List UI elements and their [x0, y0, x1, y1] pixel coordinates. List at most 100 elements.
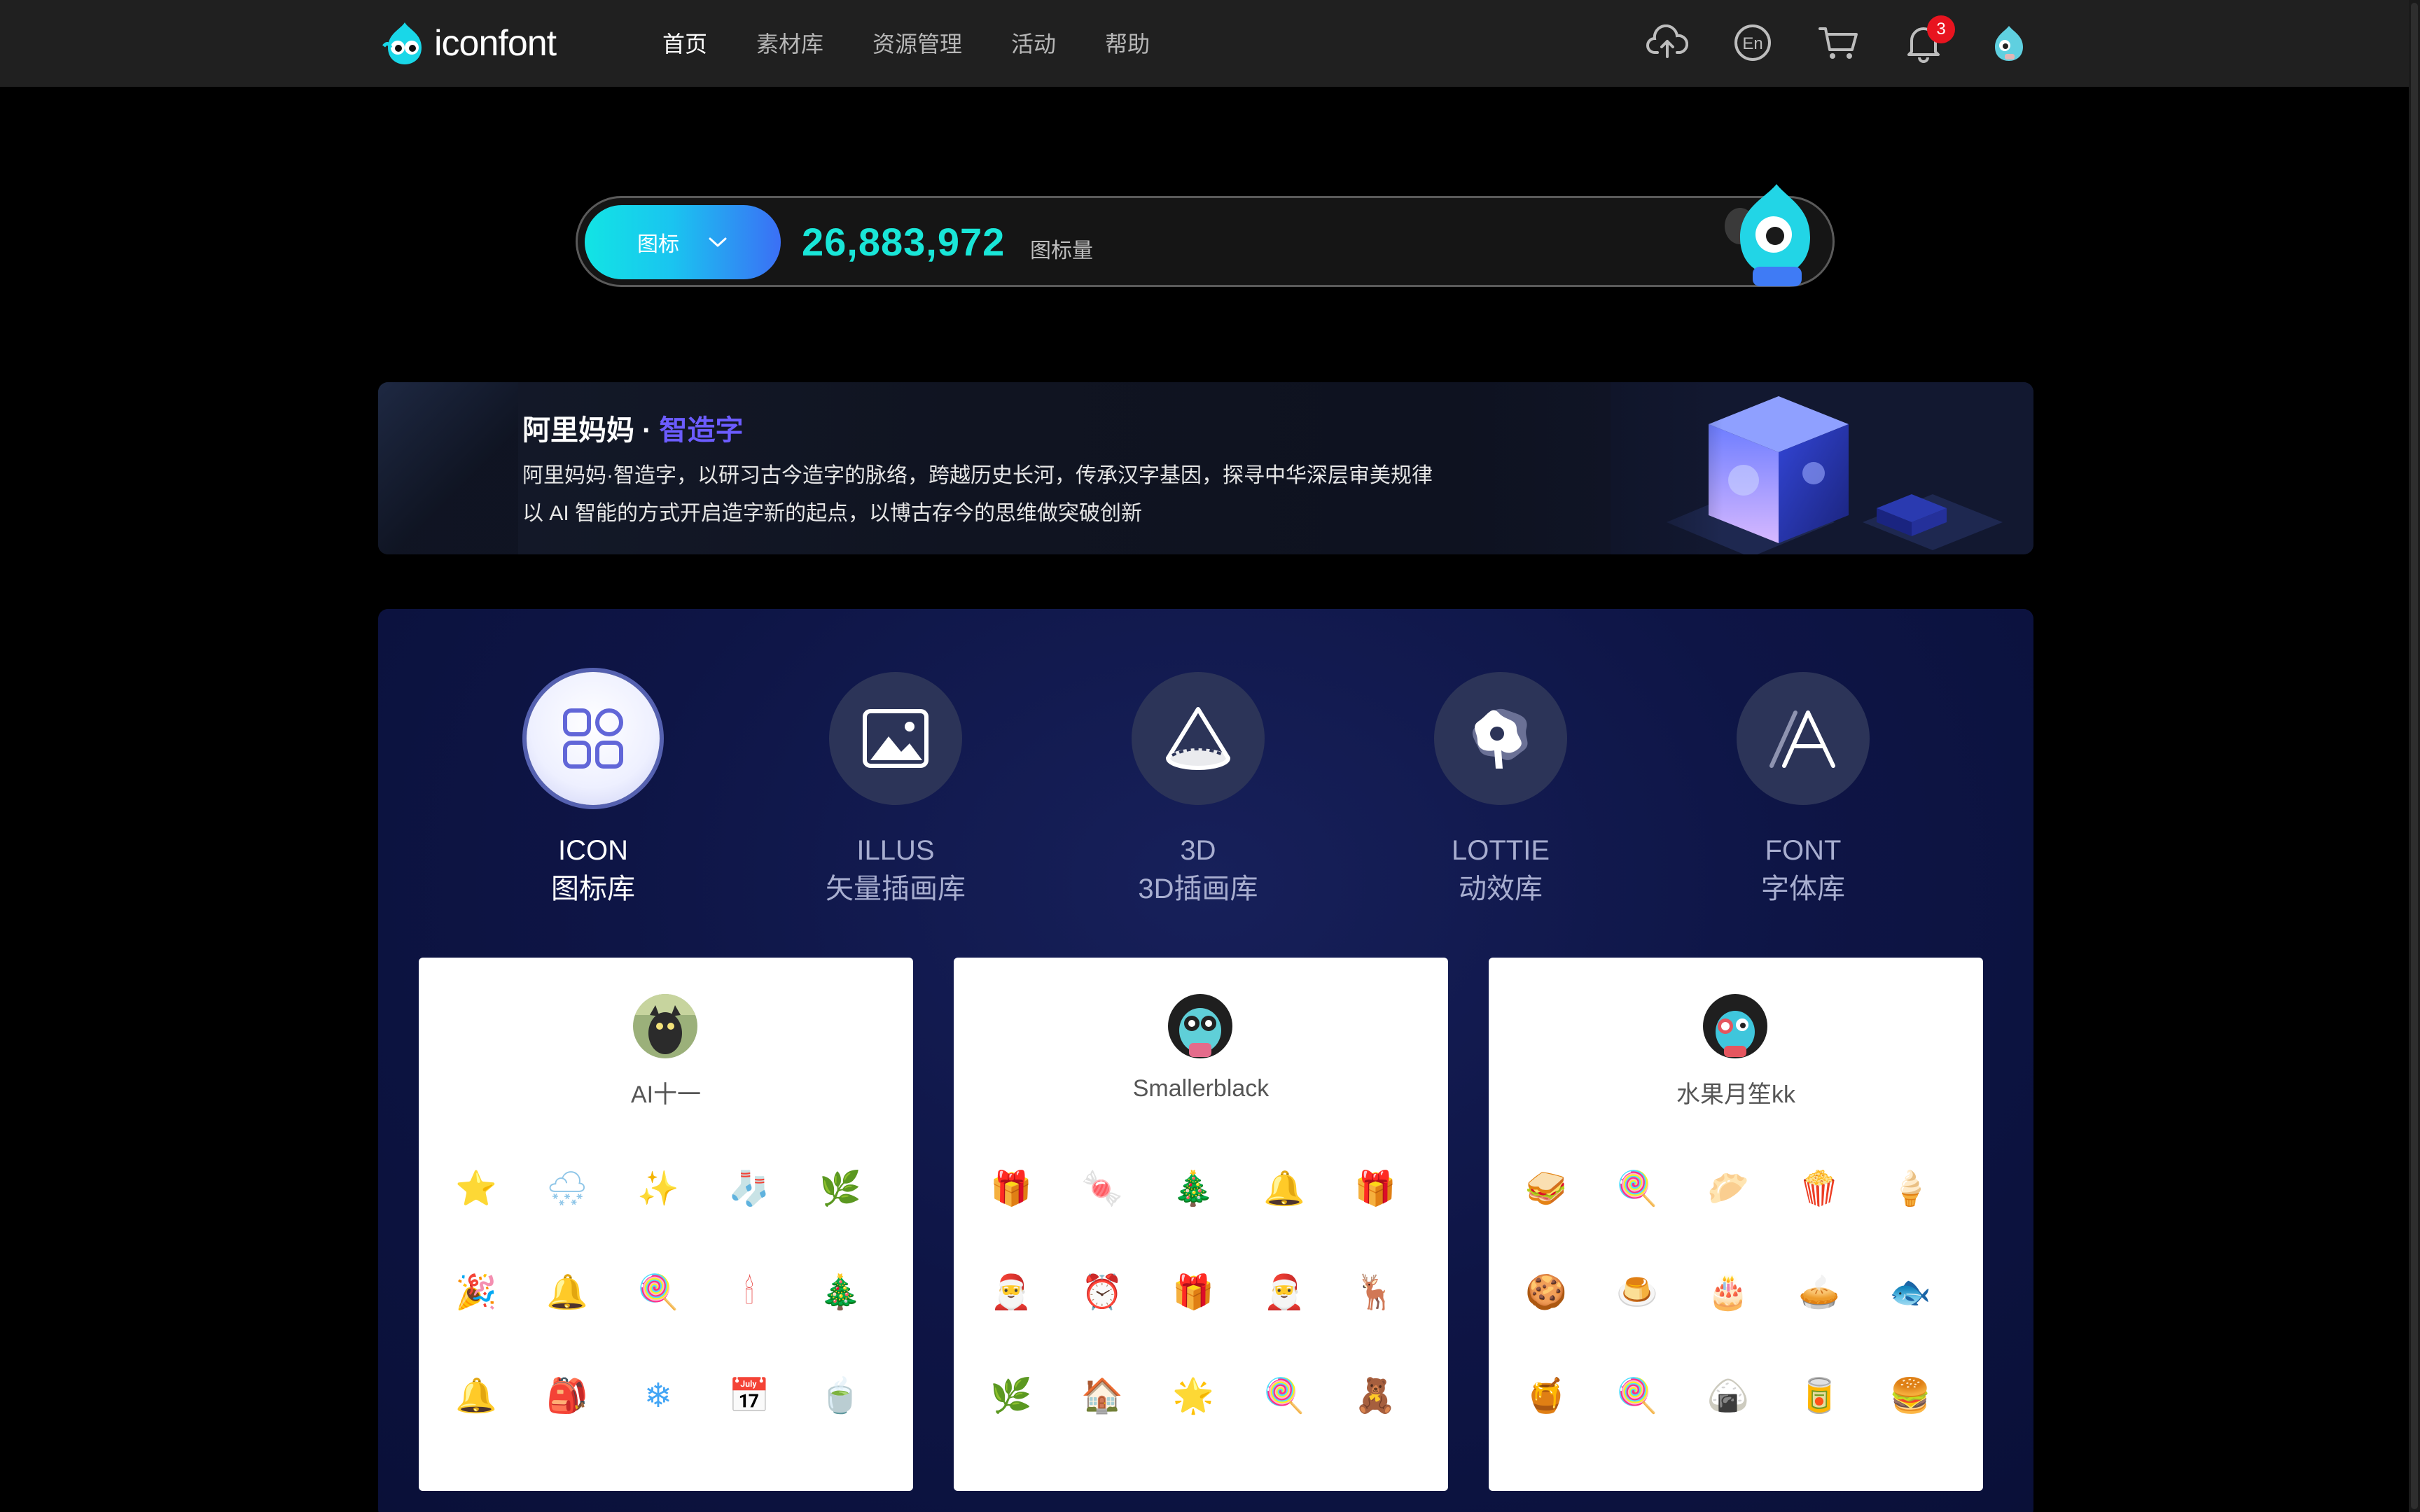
category-en-label: FONT — [1765, 835, 1842, 866]
ornament-icon[interactable]: 🔔 — [455, 1375, 497, 1417]
snow-cloud-icon[interactable]: 🌨 — [546, 1168, 589, 1210]
notification-badge: 3 — [1927, 15, 1955, 43]
author-avatar[interactable] — [1168, 994, 1232, 1058]
candy-cane-icon[interactable]: 🍭 — [1263, 1375, 1305, 1417]
wreath-icon[interactable]: 🌟 — [1172, 1375, 1214, 1417]
stocking-icon[interactable]: 🧦 — [728, 1168, 770, 1210]
banner-decoration-left — [378, 382, 518, 554]
icon-preview-grid: ⭐ 🌨 ✨ 🧦 🌿 🎉 🔔 🍭 🕯 🎄 🔔 🎒 ❄ 📅 🍵 — [455, 1168, 917, 1478]
cookie-icon[interactable]: 🍪 — [1525, 1271, 1567, 1313]
author-name[interactable]: AI十一 — [419, 1075, 913, 1110]
page: iconfont 首页 素材库 资源管理 活动 帮助 En 3 图标 26,88… — [0, 0, 2409, 1512]
category-en-label: LOTTIE — [1451, 835, 1550, 866]
gingerbread-man-icon[interactable]: 🧸 — [1354, 1375, 1396, 1417]
category-3d-library[interactable]: 3D 3D插画库 — [1093, 672, 1303, 909]
party-popper-icon[interactable]: 🎉 — [455, 1271, 497, 1313]
icon-total-count: 26,883,972 — [802, 220, 1006, 264]
banner-description-line-2: 以 AI 智能的方式开启造字新的起点，以博古存今的思维做突破创新 — [522, 502, 1143, 525]
icon-collection-card[interactable]: AI十一 ⭐ 🌨 ✨ 🧦 🌿 🎉 🔔 🍭 🕯 🎄 🔔 🎒 ❄ 📅 🍵 — [419, 958, 913, 1491]
candles-icon[interactable]: 🕯 — [728, 1271, 770, 1313]
nav-materials[interactable]: 素材库 — [756, 27, 823, 59]
search-type-dropdown[interactable]: 图标 — [585, 205, 781, 279]
sandwich-icon[interactable]: 🥪 — [1525, 1168, 1567, 1210]
christmas-tree-icon[interactable]: 🎄 — [819, 1271, 861, 1313]
author-avatar[interactable] — [1703, 994, 1767, 1058]
lollipop-icon[interactable]: 🍭 — [1616, 1168, 1658, 1210]
font-a-icon — [1737, 672, 1870, 805]
bell-icon[interactable]: 🔔 — [1263, 1168, 1305, 1210]
pudding-icon[interactable]: 🍮 — [1616, 1271, 1658, 1313]
holly-icon[interactable]: 🌿 — [819, 1168, 861, 1210]
fireplace-icon[interactable]: 🏠 — [1081, 1375, 1123, 1417]
banner-title: 阿里妈妈 · 智造字 — [522, 407, 744, 448]
calendar-icon[interactable]: 📅 — [728, 1375, 770, 1417]
upload-cloud-icon[interactable] — [1644, 20, 1690, 66]
holly-leaf-icon[interactable]: 🌿 — [990, 1375, 1032, 1417]
gift-box-icon[interactable]: 🎁 — [1354, 1168, 1396, 1210]
site-logo[interactable]: iconfont — [381, 18, 557, 69]
gift-bag-icon[interactable]: 🎒 — [546, 1375, 588, 1417]
banner-title-highlight: 智造字 — [659, 415, 744, 446]
top-nav-bar: iconfont 首页 素材库 资源管理 活动 帮助 En 3 — [0, 0, 2409, 87]
banner-title-main: 阿里妈妈 · — [522, 415, 660, 446]
honey-pot-icon[interactable]: 🍯 — [1525, 1375, 1567, 1417]
shooting-star-icon[interactable]: ✨ — [637, 1168, 679, 1210]
mug-icon[interactable]: 🍵 — [819, 1375, 861, 1417]
nav-help[interactable]: 帮助 — [1105, 27, 1150, 59]
candy-cane-icon[interactable]: 🍭 — [637, 1271, 679, 1313]
gift-bow-icon[interactable]: 🎁 — [990, 1168, 1032, 1210]
author-name[interactable]: Smallerblack — [954, 1075, 1448, 1102]
category-illustration-library[interactable]: ILLUS 矢量插画库 — [791, 672, 1001, 909]
icon-collection-card[interactable]: 水果月笙kk 🥪 🍭 🥟 🍿 🍦 🍪 🍮 🎂 🥧 🐟 🍯 🍭 🍙 🥫 🍔 — [1489, 958, 1983, 1491]
category-lottie-library[interactable]: LOTTIE 动效库 — [1396, 672, 1606, 909]
reindeer-icon[interactable]: 🦌 — [1354, 1271, 1396, 1313]
author-avatar[interactable] — [633, 994, 697, 1058]
image-icon — [829, 672, 962, 805]
rice-ball-icon[interactable]: 🍙 — [1707, 1375, 1749, 1417]
category-en-label: ILLUS — [856, 835, 935, 866]
icon-collection-card[interactable]: Smallerblack 🎁 🍬 🎄 🔔 🎁 🎅 ⏰ 🎁 🎅 🦌 🌿 🏠 🌟 🍭… — [954, 958, 1448, 1491]
search-bar[interactable]: 图标 26,883,972 图标量 — [576, 184, 1835, 287]
snowflake-icon[interactable]: ❄ — [637, 1375, 679, 1417]
candy-cane-icon[interactable]: 🍭 — [1616, 1375, 1658, 1417]
page-scrollbar[interactable] — [2409, 0, 2420, 1512]
language-en-label: En — [1742, 34, 1762, 53]
category-cn-label: 字体库 — [1761, 874, 1845, 904]
popcorn-icon[interactable]: 🍿 — [1798, 1168, 1840, 1210]
gift-box-icon[interactable]: 🎁 — [1172, 1271, 1214, 1313]
user-avatar[interactable] — [1986, 20, 2032, 66]
language-en-icon[interactable]: En — [1730, 20, 1776, 66]
dumpling-icon[interactable]: 🥟 — [1707, 1168, 1749, 1210]
santa-hat-icon[interactable]: 🎅 — [1263, 1271, 1305, 1313]
scrollbar-thumb[interactable] — [2411, 3, 2418, 1509]
bells-icon[interactable]: 🔔 — [546, 1271, 588, 1313]
canned-food-icon[interactable]: 🥫 — [1798, 1375, 1840, 1417]
egg-tart-icon[interactable]: 🥧 — [1798, 1271, 1840, 1313]
candy-cane-icon[interactable]: 🍬 — [1081, 1168, 1123, 1210]
star-icon[interactable]: ⭐ — [455, 1168, 497, 1210]
nav-home[interactable]: 首页 — [662, 27, 707, 59]
category-en-label: 3D — [1180, 835, 1216, 866]
burger-icon[interactable]: 🍔 — [1889, 1375, 1931, 1417]
logo-text: iconfont — [434, 23, 557, 64]
nav-resource-management[interactable]: 资源管理 — [872, 27, 962, 59]
header-actions: En 3 — [1644, 15, 2032, 66]
ornament-icon[interactable]: ⏰ — [1081, 1271, 1123, 1313]
ice-cream-icon[interactable]: 🍦 — [1889, 1168, 1931, 1210]
cake-icon[interactable]: 🎂 — [1707, 1271, 1749, 1313]
category-font-library[interactable]: FONT 字体库 — [1698, 672, 1908, 909]
category-cn-label: 图标库 — [551, 874, 635, 904]
nav-activities[interactable]: 活动 — [1011, 27, 1056, 59]
cart-icon[interactable] — [1815, 20, 1861, 66]
banner-cube-illustration — [1611, 382, 2033, 554]
author-name[interactable]: 水果月笙kk — [1489, 1075, 1983, 1110]
main-nav: 首页 素材库 资源管理 活动 帮助 — [662, 27, 1150, 59]
promo-banner[interactable]: 阿里妈妈 · 智造字 阿里妈妈·智造字，以研习古今造字的脉络，跨越历史长河，传承… — [378, 382, 2033, 554]
holly-berries-icon[interactable]: 🎄 — [1172, 1168, 1214, 1210]
cone-3d-icon — [1132, 672, 1265, 805]
category-cn-label: 3D插画库 — [1138, 874, 1258, 904]
category-icon-library[interactable]: ICON 图标库 — [488, 672, 698, 909]
santa-hat-icon[interactable]: 🎅 — [990, 1271, 1032, 1313]
bell-icon[interactable]: 3 — [1900, 15, 1955, 66]
taiyaki-icon[interactable]: 🐟 — [1889, 1271, 1931, 1313]
